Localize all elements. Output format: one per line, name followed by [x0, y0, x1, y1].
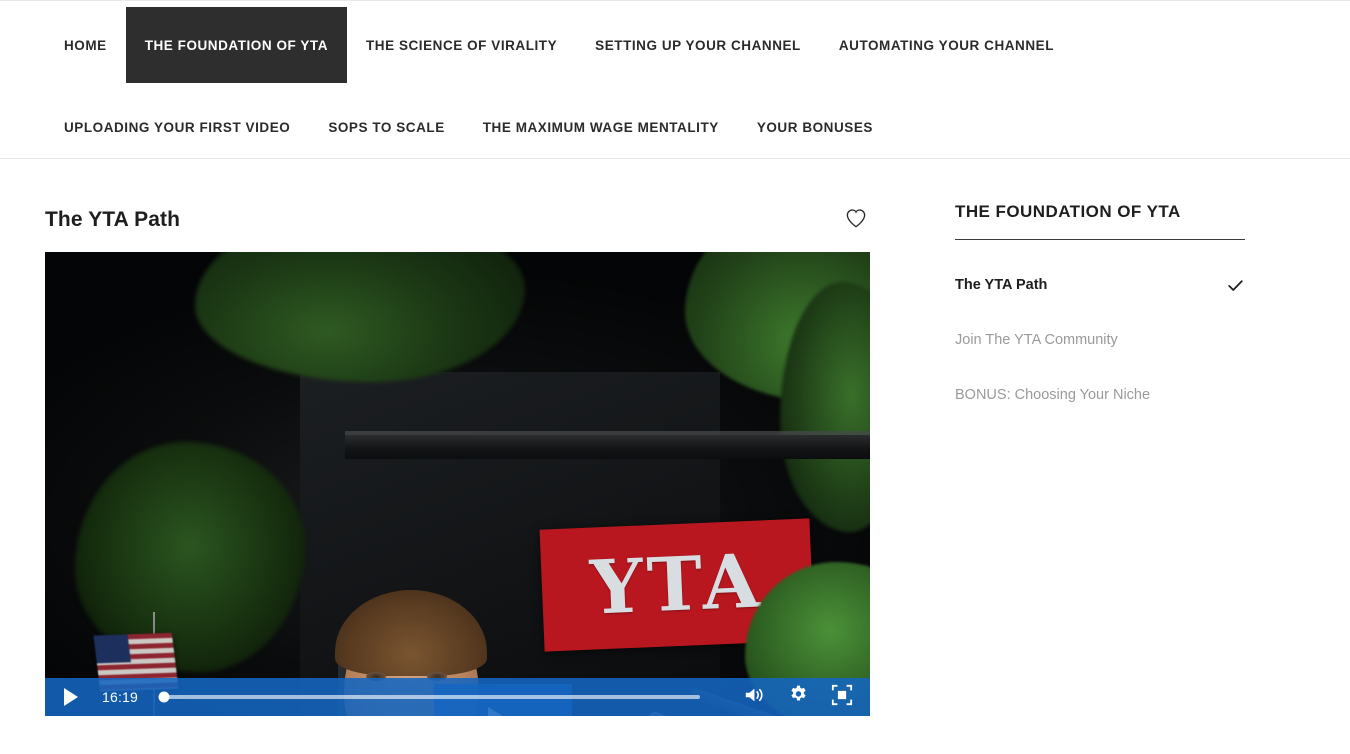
nav-item-the-maximum-wage-mentality[interactable]: THE MAXIMUM WAGE MENTALITY [464, 113, 738, 141]
fullscreen-icon [831, 684, 853, 711]
lesson-sidebar: THE FOUNDATION OF YTA The YTA Path Join T… [955, 159, 1350, 753]
sidebar-section-heading: THE FOUNDATION OF YTA [955, 202, 1181, 221]
nav-item-your-bonuses[interactable]: YOUR BONUSES [738, 113, 892, 141]
lesson-main-column: The YTA Path YTA 16:19 [0, 159, 955, 753]
sidebar-divider [955, 239, 1245, 240]
nav-item-the-science-of-virality[interactable]: THE SCIENCE OF VIRALITY [347, 7, 576, 83]
nav-item-setting-up-your-channel[interactable]: SETTING UP YOUR CHANNEL [576, 7, 820, 83]
page-content: The YTA Path YTA 16:19 THE FOUNDATION OF… [0, 159, 1350, 753]
check-icon [1225, 275, 1245, 295]
nav-item-the-foundation-of-yta[interactable]: THE FOUNDATION OF YTA [125, 7, 347, 83]
lesson-title-row: The YTA Path [45, 205, 870, 235]
sidebar-lesson-label: The YTA Path [955, 277, 1048, 293]
video-thumbnail-scene: YTA THE YTA METHOD JB MADDIX [45, 252, 870, 716]
lesson-sidebar-inner: THE FOUNDATION OF YTA The YTA Path Join T… [955, 202, 1245, 405]
video-progress-bar[interactable] [158, 691, 700, 703]
play-icon [64, 688, 78, 706]
gear-icon [788, 684, 809, 710]
page-title: The YTA Path [45, 208, 180, 231]
nav-item-automating-your-channel[interactable]: AUTOMATING YOUR CHANNEL [820, 7, 1073, 83]
lesson-check-placeholder [1225, 385, 1245, 405]
play-button[interactable] [58, 684, 84, 710]
video-control-bar: 16:19 [45, 678, 870, 716]
nav-item-sops-to-scale[interactable]: SOPS TO SCALE [309, 113, 463, 141]
fullscreen-button[interactable] [828, 683, 856, 711]
sidebar-lesson-label: BONUS: Choosing Your Niche [955, 387, 1151, 403]
video-player[interactable]: YTA THE YTA METHOD JB MADDIX [45, 252, 870, 716]
video-progress-handle[interactable] [158, 691, 170, 703]
nav-item-home[interactable]: HOME [45, 7, 126, 83]
sidebar-lesson-item[interactable]: Join The YTA Community [955, 330, 1245, 350]
lesson-check-placeholder [1225, 330, 1245, 350]
nav-row-primary: HOME THE FOUNDATION OF YTA THE SCIENCE OF … [0, 7, 1350, 83]
favorite-button[interactable] [842, 206, 870, 234]
scene-shelf [345, 435, 870, 459]
nav-item-uploading-your-first-video[interactable]: UPLOADING YOUR FIRST VIDEO [45, 113, 309, 141]
nav-row-secondary: UPLOADING YOUR FIRST VIDEO SOPS TO SCALE T… [0, 101, 1350, 153]
video-duration-label: 16:19 [102, 689, 139, 705]
heart-outline-icon [845, 208, 867, 233]
settings-button[interactable] [784, 683, 812, 711]
sidebar-lesson-item[interactable]: The YTA Path [955, 275, 1245, 295]
sidebar-lesson-item[interactable]: BONUS: Choosing Your Niche [955, 385, 1245, 405]
volume-icon [743, 685, 765, 710]
sidebar-lesson-label: Join The YTA Community [955, 332, 1118, 348]
volume-button[interactable] [740, 683, 768, 711]
scene-flag-canton [93, 634, 131, 664]
sidebar-lesson-list: The YTA Path Join The YTA Community BONUS:… [955, 275, 1245, 405]
course-navigation-bar: HOME THE FOUNDATION OF YTA THE SCIENCE OF … [0, 0, 1350, 159]
